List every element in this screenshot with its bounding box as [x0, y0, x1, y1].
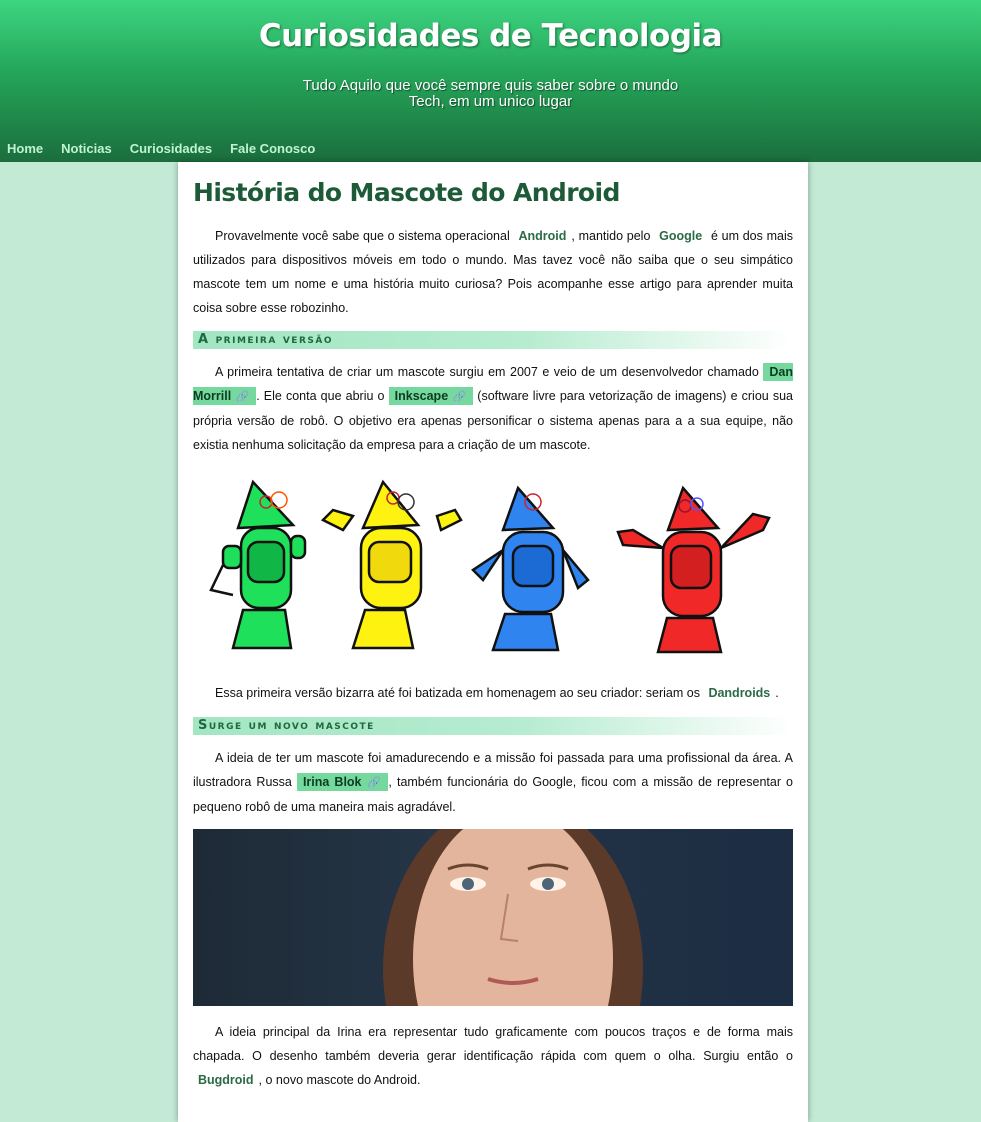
site-header: Curiosidades de Tecnologia Tudo Aquilo q…: [0, 0, 981, 162]
p1-text-b: , mantido pelo: [571, 229, 651, 243]
p2-text-b: . Ele conta que abriu o: [256, 389, 385, 403]
portrait-image: [383, 829, 643, 1006]
keyword-dandroids: Dandroids: [708, 686, 771, 700]
p3-text-a: Essa primeira versão bizarra até foi bat…: [215, 686, 700, 700]
site-subtitle: Tudo Aquilo que você sempre quis saber s…: [0, 78, 981, 110]
nav-home[interactable]: Home: [7, 141, 43, 157]
section-heading-novo-mascote: Surge um novo mascote: [193, 717, 793, 735]
section-heading-text: A primeira versão: [198, 332, 333, 347]
p2-text-a: A primeira tentativa de criar um mascote…: [215, 365, 759, 379]
paragraph-intro: Provavelmente você sabe que o sistema op…: [193, 224, 793, 320]
paragraph-primeira-versao: A primeira tentativa de criar um mascote…: [193, 360, 793, 457]
paperclip-icon: 🔗: [235, 391, 251, 403]
paperclip-icon: 🔗: [452, 391, 468, 403]
keyword-bugdroid: Bugdroid: [198, 1073, 254, 1087]
nav-fale-conosco[interactable]: Fale Conosco: [230, 141, 315, 157]
red-dandroid: [616, 485, 771, 654]
section-heading-text: Surge um novo mascote: [198, 718, 375, 733]
paragraph-bugdroid: A ideia principal da Irina era represent…: [193, 1020, 793, 1092]
nav-curiosidades[interactable]: Curiosidades: [130, 141, 212, 157]
site-title: Curiosidades de Tecnologia: [258, 18, 723, 54]
p5-text-b: , o novo mascote do Android.: [258, 1073, 421, 1087]
paperclip-icon: 🔗: [365, 777, 383, 789]
link-inkscape-label: Inkscape: [394, 389, 449, 403]
link-irina-blok-label: Irina Blok: [302, 775, 362, 789]
blue-dandroid: [471, 485, 590, 652]
main-nav: Home Noticias Curiosidades Fale Conosco: [7, 141, 333, 157]
green-dandroid: [209, 479, 307, 650]
dandroids-illustration: [209, 479, 771, 654]
link-inkscape[interactable]: Inkscape 🔗: [388, 387, 474, 405]
paragraph-dandroids: Essa primeira versão bizarra até foi bat…: [193, 681, 793, 705]
nav-noticias[interactable]: Noticias: [61, 141, 112, 157]
keyword-android: Android: [518, 229, 567, 243]
article-title: História do Mascote do Android: [193, 178, 620, 207]
section-heading-primeira-versao: A primeira versão: [193, 331, 793, 349]
irina-blok-photo: [193, 829, 793, 1006]
yellow-dandroid: [320, 479, 463, 650]
p5-text-a: A ideia principal da Irina era represent…: [193, 1025, 793, 1063]
site-subtitle-line2: Tech, em um unico lugar: [408, 93, 573, 110]
site-subtitle-line1: Tudo Aquilo que você sempre quis saber s…: [302, 77, 679, 94]
paragraph-novo-mascote: A ideia de ter um mascote foi amadurecen…: [193, 746, 793, 819]
p1-text-a: Provavelmente você sabe que o sistema op…: [215, 229, 510, 243]
p3-text-b: .: [775, 686, 779, 700]
keyword-google: Google: [659, 229, 703, 243]
link-irina-blok[interactable]: Irina Blok 🔗: [296, 773, 389, 791]
